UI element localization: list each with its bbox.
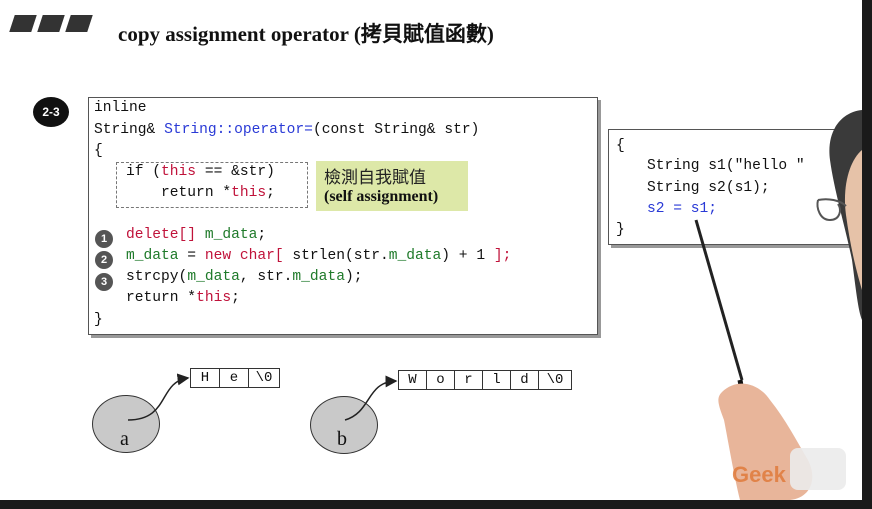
bottom-border [0, 500, 872, 509]
tv-logo-icon [790, 448, 846, 490]
watermark-brand: Geek [732, 462, 786, 487]
presenter-figure [694, 110, 862, 500]
slide: copy assignment operator (拷貝賦值函數) 2-3 in… [0, 0, 862, 500]
right-border [862, 0, 872, 509]
